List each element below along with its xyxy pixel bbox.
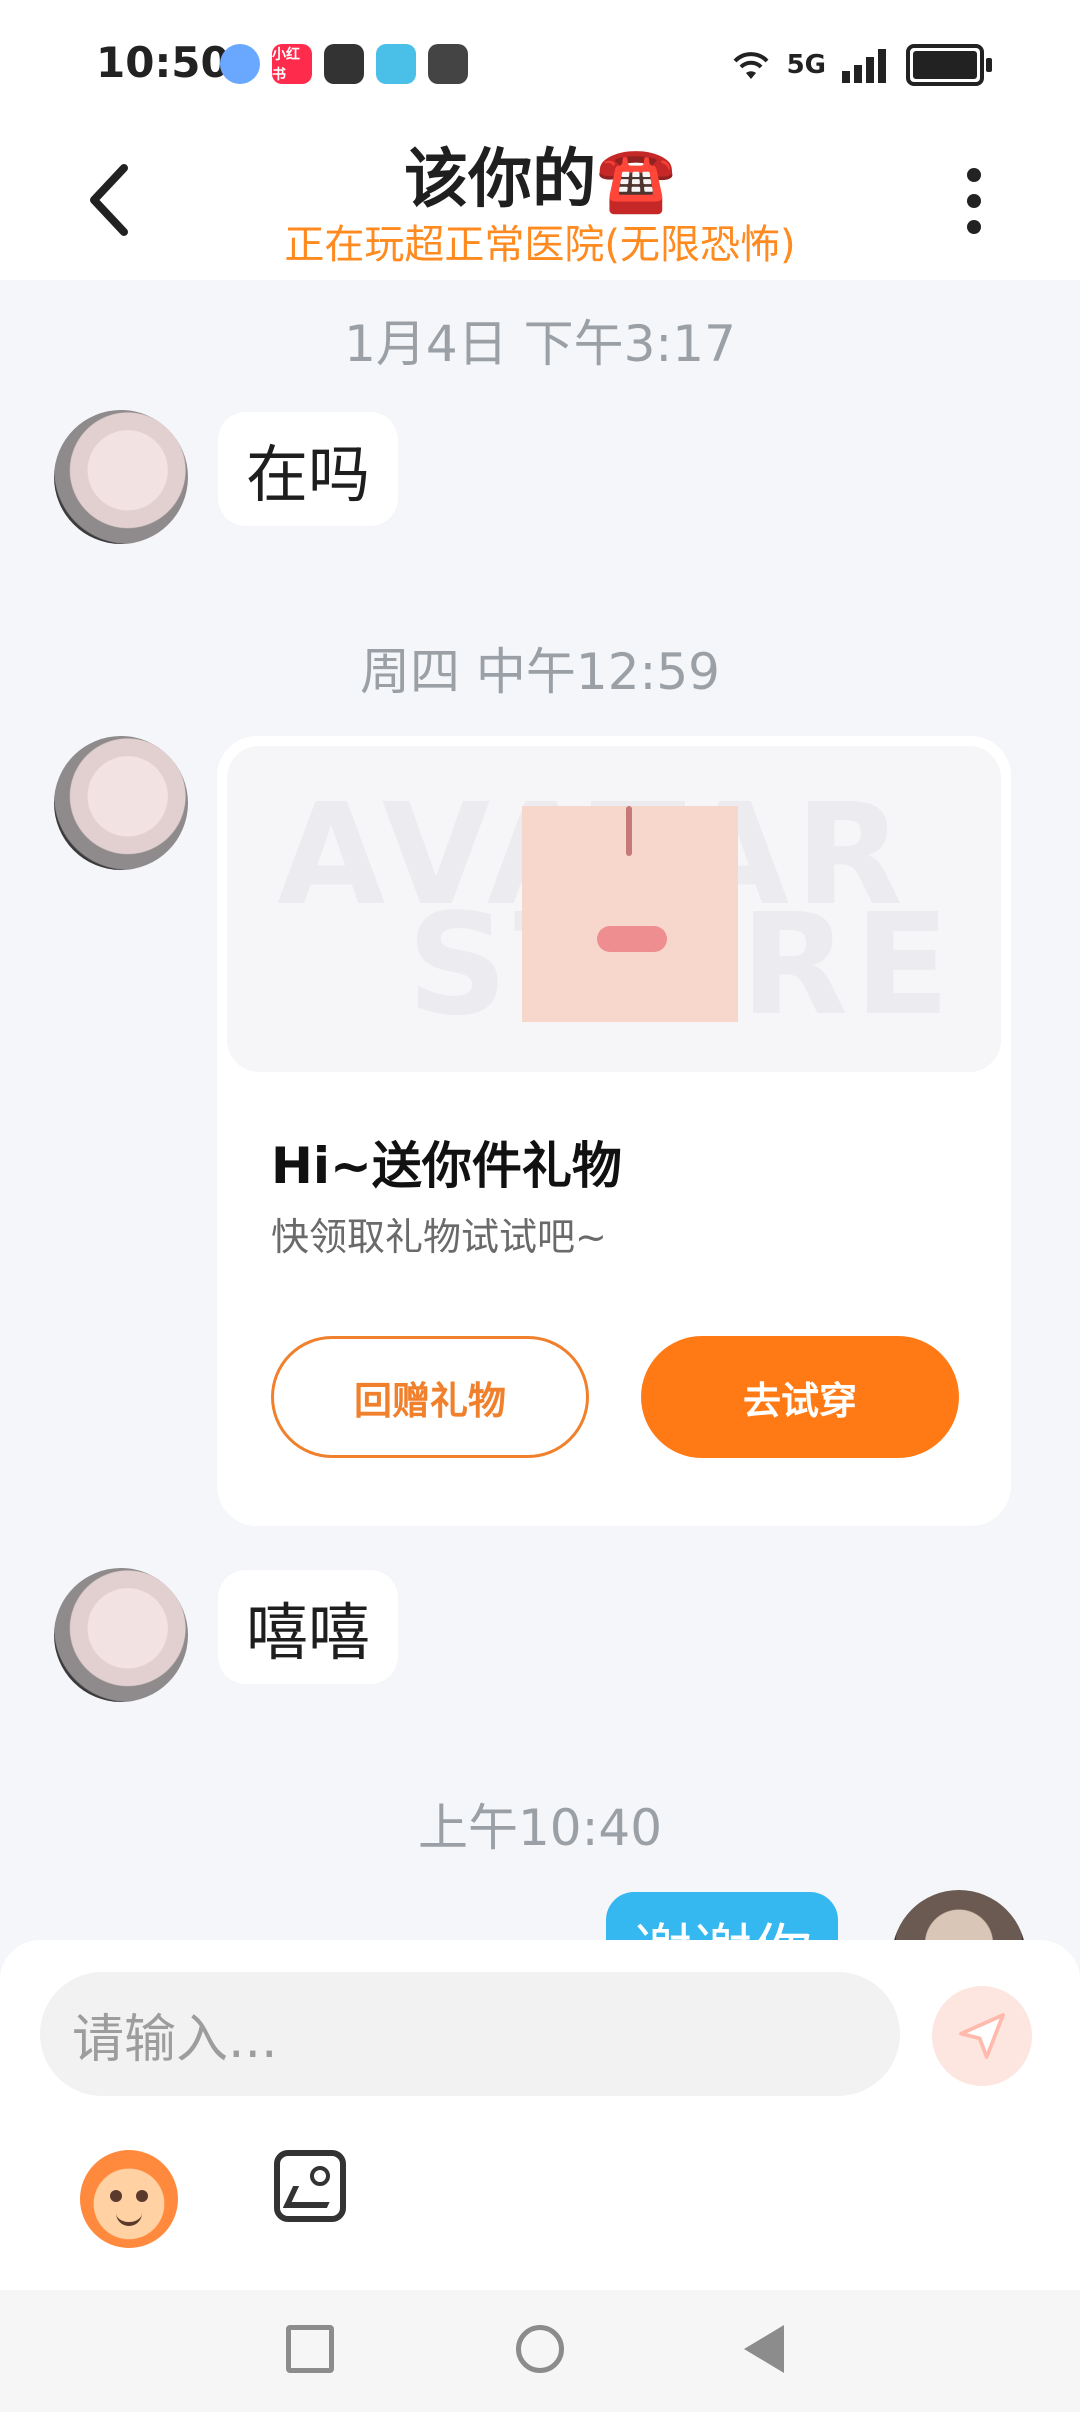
gift-card[interactable]: AVATAR STORE Hi~送你件礼物 快领取礼物试试吧~ 回赠礼物 去试穿	[217, 736, 1011, 1526]
avatar-contact[interactable]	[54, 736, 188, 870]
return-gift-button[interactable]: 回赠礼物	[271, 1336, 589, 1458]
outgoing-message-bubble[interactable]: 谢谢你	[606, 1892, 838, 1940]
xiaohongshu-icon: 小红书	[272, 44, 312, 84]
upload-icon	[428, 44, 468, 84]
image-icon[interactable]	[274, 2150, 346, 2222]
timestamp: 周四 中午12:59	[360, 643, 720, 701]
message-bubble[interactable]: 嘻嘻	[218, 1570, 399, 1684]
chat-header: 该你的☎️ 正在玩超正常医院(无限恐怖)	[0, 120, 1080, 280]
browser-icon	[220, 44, 260, 84]
wifi-icon	[733, 52, 769, 79]
face-thumbnail	[522, 806, 738, 1022]
avatar-self[interactable]	[892, 1890, 1026, 1940]
timestamp: 上午10:40	[417, 1799, 663, 1857]
composer-tools	[80, 2150, 346, 2248]
status-bar: 10:50 小红书 5G	[0, 0, 1080, 120]
recent-apps-icon[interactable]	[286, 2325, 334, 2373]
timestamp: 1月4日 下午3:17	[344, 315, 736, 373]
book-icon	[376, 44, 416, 84]
chat-subtitle: 正在玩超正常医院(无限恐怖)	[284, 222, 796, 268]
network-label: 5G	[786, 50, 826, 80]
gift-image: AVATAR STORE	[227, 746, 1001, 1072]
avatar-contact[interactable]	[54, 1568, 188, 1702]
gift-subtitle: 快领取礼物试试吧~	[271, 1215, 607, 1259]
signal-icon	[842, 49, 886, 83]
chat-title: 该你的☎️	[404, 143, 676, 217]
avatar-contact[interactable]	[54, 410, 188, 544]
input-placeholder: 请输入...	[72, 2009, 278, 2070]
send-button[interactable]	[932, 1986, 1032, 2086]
battery-icon	[906, 44, 992, 86]
system-navbar	[0, 2290, 1080, 2412]
message-input[interactable]: 请输入...	[40, 1972, 900, 2096]
send-icon	[959, 2013, 1005, 2059]
status-notification-icons: 小红书	[220, 44, 468, 84]
gift-title: Hi~送你件礼物	[271, 1137, 622, 1195]
input-area: 请输入...	[0, 1940, 1080, 2290]
chat-area[interactable]: 1月4日 下午3:17 在吗 周四 中午12:59 AVATAR STORE H…	[0, 280, 1080, 1940]
message-bubble[interactable]: 在吗	[218, 412, 399, 526]
emoji-icon[interactable]	[80, 2150, 178, 2248]
shield-icon	[324, 44, 364, 84]
status-time: 10:50	[96, 38, 230, 87]
xiaohongshu-label: 小红书	[272, 47, 300, 83]
home-icon[interactable]	[516, 2325, 564, 2373]
try-on-button[interactable]: 去试穿	[641, 1336, 959, 1458]
more-options-icon[interactable]	[964, 168, 984, 248]
back-nav-icon[interactable]	[744, 2325, 784, 2373]
right-status: 5G	[729, 44, 992, 86]
